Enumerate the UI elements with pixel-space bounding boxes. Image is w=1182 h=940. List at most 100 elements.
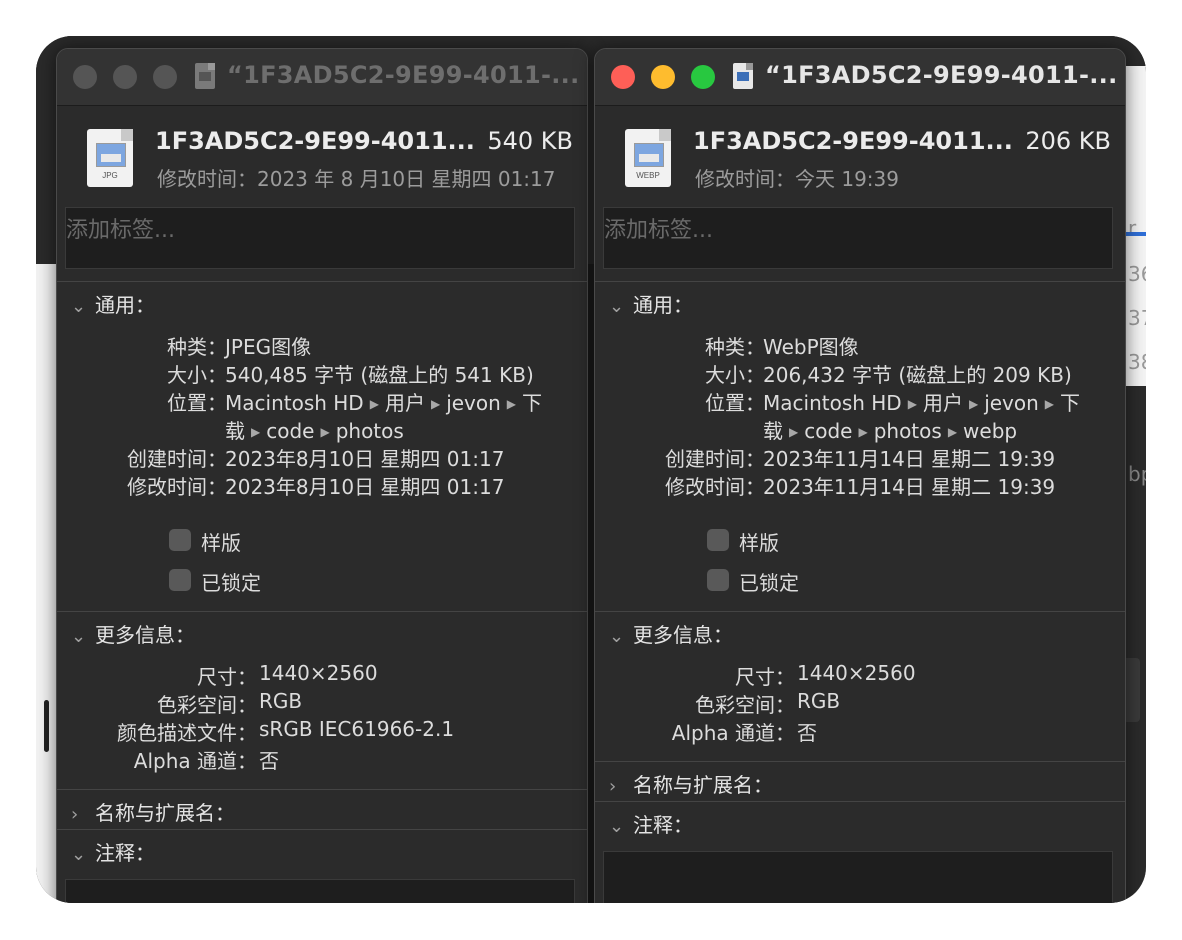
path-arrow-icon: ▶ [1044,397,1055,411]
created-label: 创建时间： [665,447,765,471]
modified-summary: 修改时间：今天 19:39 [695,167,899,191]
section-title: 名称与扩展名： [95,801,235,825]
minimize-button[interactable] [651,65,675,89]
created-value: 2023年11月14日 星期二 19:39 [763,447,1056,471]
background-text: 36 [1128,262,1146,286]
where-label: 位置： [705,391,765,415]
comments-textarea[interactable] [603,851,1113,903]
color-space-label: 色彩空间： [157,693,257,717]
section-more-info[interactable]: ⌄ 更多信息： [609,619,733,648]
divider [595,281,1125,282]
window-title: “1F3AD5C2-9E99-4011-... [765,61,1118,89]
size-label: 大小： [167,363,227,387]
background-resize-handle[interactable] [44,700,49,752]
path-item[interactable]: photos [336,419,404,443]
where-label: 位置： [167,391,227,415]
section-comments[interactable]: ⌄ 注释： [71,837,155,866]
path-item[interactable]: 载 [225,419,245,443]
kind-label: 种类： [705,335,765,359]
path-item[interactable]: jevon [984,391,1039,415]
path-arrow-icon: ▶ [430,397,441,411]
size-label: 大小： [705,363,765,387]
tags-input[interactable]: 添加标签... [65,207,575,269]
section-general[interactable]: ⌄ 通用： [609,289,693,318]
minimize-button[interactable] [113,65,137,89]
path-arrow-icon: ▶ [968,397,979,411]
section-name-extension[interactable]: › 名称与扩展名： [71,797,235,826]
locked-checkbox[interactable] [707,569,729,591]
path-item[interactable]: webp [963,419,1017,443]
section-more-info[interactable]: ⌄ 更多信息： [71,619,195,648]
file-size: 540 KB [487,127,573,155]
comments-textarea[interactable] [65,879,575,903]
dimensions-label: 尺寸： [197,665,257,689]
divider [595,611,1125,612]
close-button[interactable] [611,65,635,89]
path-item[interactable]: photos [874,419,942,443]
file-proxy-icon[interactable] [195,63,215,89]
path-item[interactable]: code [804,419,852,443]
titlebar: “1F3AD5C2-9E99-4011-... [57,49,587,106]
chevron-down-icon: ⌄ [609,816,625,837]
path-item[interactable]: 用户 [923,391,963,415]
kind-label: 种类： [167,335,227,359]
dimensions-value: 1440×2560 [797,661,916,685]
path-item[interactable]: jevon [446,391,501,415]
close-button[interactable] [73,65,97,89]
modified-summary: 修改时间：2023 年 8 月10日 星期四 01:17 [157,167,556,191]
path-item[interactable]: Macintosh HD [763,391,902,415]
file-ext-label: JPG [102,171,118,180]
path-item[interactable]: code [266,419,314,443]
background-text: 37 [1128,306,1146,330]
stationery-checkbox[interactable] [707,529,729,551]
stationery-label: 样版 [201,531,241,555]
section-title: 更多信息： [633,623,733,647]
size-value: 206,432 字节 (磁盘上的 209 KB) [763,363,1072,387]
section-title: 名称与扩展名： [633,773,773,797]
divider [57,829,587,830]
modified-label: 修改时间： [665,475,765,499]
zoom-button[interactable] [691,65,715,89]
tags-placeholder: 添加标签... [604,218,713,243]
path-item[interactable]: 下 [522,391,542,415]
section-comments[interactable]: ⌄ 注释： [609,809,693,838]
locked-checkbox[interactable] [169,569,191,591]
file-name: 1F3AD5C2-9E99-4011... [693,127,1013,155]
path-arrow-icon: ▶ [907,397,917,411]
section-general[interactable]: ⌄ 通用： [71,289,155,318]
file-size: 206 KB [1025,127,1111,155]
divider [57,281,587,282]
divider [57,611,587,612]
path-arrow-icon: ▶ [251,425,261,439]
section-name-extension[interactable]: › 名称与扩展名： [609,769,773,798]
where-path-line2: 载 ▶ code ▶ photos [225,415,404,444]
size-value: 540,485 字节 (磁盘上的 541 KB) [225,363,534,387]
file-proxy-icon[interactable] [733,63,753,89]
path-item[interactable]: 下 [1060,391,1080,415]
section-title: 更多信息： [95,623,195,647]
file-ext-label: WEBP [636,171,660,180]
chevron-right-icon: › [609,776,617,797]
color-profile-label: 颜色描述文件： [117,721,257,745]
titlebar: “1F3AD5C2-9E99-4011-... [595,49,1125,106]
alpha-label: Alpha 通道： [133,749,257,773]
path-arrow-icon: ▶ [947,425,958,439]
path-item[interactable]: Macintosh HD [225,391,364,415]
color-profile-value: sRGB IEC61966-2.1 [259,717,455,741]
divider [595,801,1125,802]
chevron-down-icon: ⌄ [71,844,87,865]
kind-value: JPEG图像 [225,335,312,359]
path-item[interactable]: 用户 [385,391,425,415]
zoom-button[interactable] [153,65,177,89]
tags-input[interactable]: 添加标签... [603,207,1113,269]
screenshot-frame: r 36 37 38 39 bp “1F3AD5C2-9E99-4011-...… [36,36,1146,903]
section-title: 通用： [95,293,155,317]
chevron-down-icon: ⌄ [609,296,625,317]
alpha-value: 否 [797,721,817,745]
locked-label: 已锁定 [201,571,261,595]
color-space-value: RGB [797,689,841,713]
stationery-label: 样版 [739,531,779,555]
stationery-checkbox[interactable] [169,529,191,551]
color-space-value: RGB [259,689,303,713]
path-item[interactable]: 载 [763,419,783,443]
